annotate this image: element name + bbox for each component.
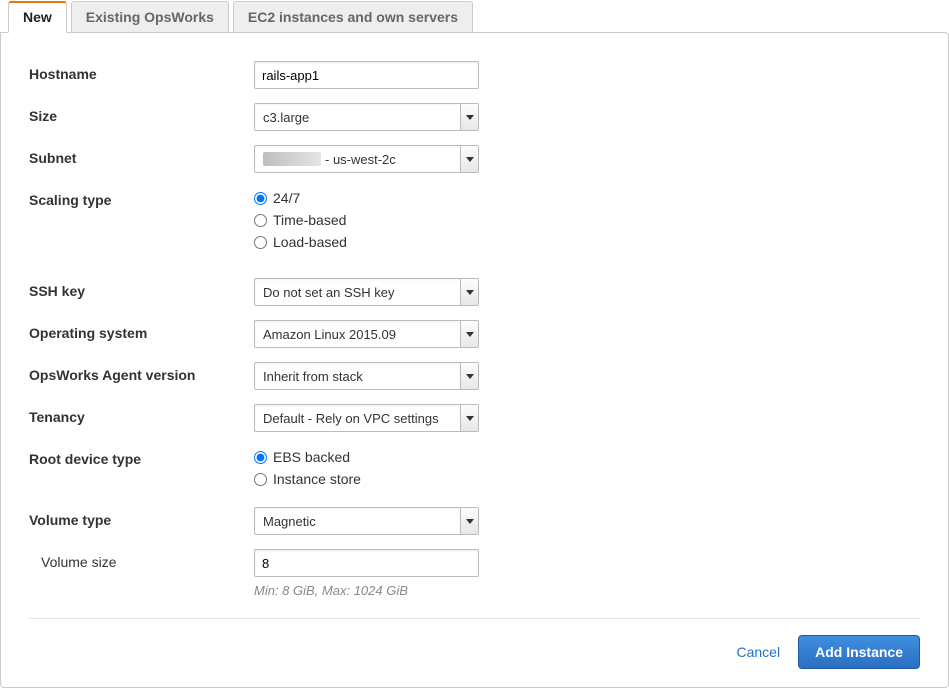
volume-type-select-value: Magnetic [255, 508, 460, 534]
volume-size-input[interactable] [254, 549, 479, 577]
tab-existing-opsworks[interactable]: Existing OpsWorks [71, 1, 229, 32]
root-radio-ebs-input[interactable] [254, 451, 267, 464]
label-size: Size [29, 103, 254, 124]
ssh-key-select-value: Do not set an SSH key [255, 279, 460, 305]
root-radio-instance-store-input[interactable] [254, 473, 267, 486]
scaling-radio-load-input[interactable] [254, 236, 267, 249]
label-agent-version: OpsWorks Agent version [29, 362, 254, 383]
label-hostname: Hostname [29, 61, 254, 82]
scaling-radio-247-input[interactable] [254, 192, 267, 205]
scaling-radio-time-input[interactable] [254, 214, 267, 227]
add-instance-button[interactable]: Add Instance [798, 635, 920, 669]
label-root-device-type: Root device type [29, 446, 254, 467]
dropdown-icon [460, 279, 478, 305]
root-radio-instance-store[interactable]: Instance store [254, 471, 920, 487]
scaling-radio-247[interactable]: 24/7 [254, 190, 920, 206]
size-select[interactable]: c3.large [254, 103, 479, 131]
cancel-link[interactable]: Cancel [737, 644, 781, 660]
tab-new[interactable]: New [8, 1, 67, 33]
dropdown-icon [460, 146, 478, 172]
label-tenancy: Tenancy [29, 404, 254, 425]
subnet-select[interactable]: - us-west-2c [254, 145, 479, 173]
agent-version-select-value: Inherit from stack [255, 363, 460, 389]
os-select[interactable]: Amazon Linux 2015.09 [254, 320, 479, 348]
tenancy-select[interactable]: Default - Rely on VPC settings [254, 404, 479, 432]
dropdown-icon [460, 321, 478, 347]
ssh-key-select[interactable]: Do not set an SSH key [254, 278, 479, 306]
dropdown-icon [460, 363, 478, 389]
scaling-radio-load[interactable]: Load-based [254, 234, 920, 250]
os-select-value: Amazon Linux 2015.09 [255, 321, 460, 347]
label-operating-system: Operating system [29, 320, 254, 341]
divider [29, 618, 920, 619]
tab-ec2-own-servers[interactable]: EC2 instances and own servers [233, 1, 473, 32]
label-volume-type: Volume type [29, 507, 254, 528]
size-select-value: c3.large [255, 104, 460, 130]
subnet-select-value: - us-west-2c [255, 146, 460, 172]
tabs-bar: New Existing OpsWorks EC2 instances and … [0, 0, 949, 32]
label-volume-size: Volume size [29, 549, 254, 570]
label-subnet: Subnet [29, 145, 254, 166]
actions-bar: Cancel Add Instance [29, 635, 920, 669]
label-ssh-key: SSH key [29, 278, 254, 299]
form-panel: Hostname Size c3.large Subnet - us-west-… [0, 32, 949, 688]
volume-type-select[interactable]: Magnetic [254, 507, 479, 535]
hostname-input[interactable] [254, 61, 479, 89]
volume-size-helper: Min: 8 GiB, Max: 1024 GiB [254, 583, 920, 598]
label-scaling-type: Scaling type [29, 187, 254, 208]
dropdown-icon [460, 104, 478, 130]
agent-version-select[interactable]: Inherit from stack [254, 362, 479, 390]
root-radio-ebs[interactable]: EBS backed [254, 449, 920, 465]
redacted-subnet-id [263, 152, 321, 166]
scaling-radio-time[interactable]: Time-based [254, 212, 920, 228]
dropdown-icon [460, 405, 478, 431]
dropdown-icon [460, 508, 478, 534]
tenancy-select-value: Default - Rely on VPC settings [255, 405, 460, 431]
